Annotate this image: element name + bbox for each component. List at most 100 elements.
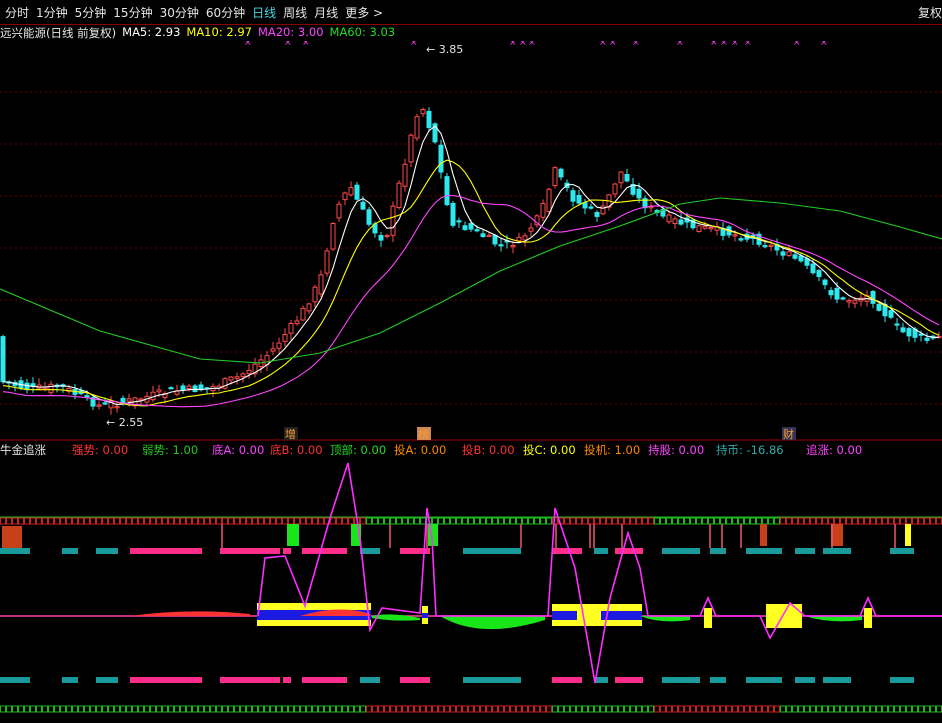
- period-tab-5[interactable]: 60分钟: [206, 4, 245, 21]
- bottom-tick-72: [432, 705, 438, 713]
- top-tick-154: [924, 517, 930, 525]
- candle-body-69: [414, 116, 420, 139]
- bottom-tick-28: [168, 705, 174, 713]
- row-top-7: [360, 548, 380, 554]
- top-tick-72: [432, 517, 438, 525]
- bottom-tick-100: [600, 705, 606, 713]
- bottom-tick-45: [270, 705, 276, 713]
- top-tick-14: [84, 517, 90, 525]
- indicator-chart[interactable]: [0, 458, 942, 723]
- bottom-tick-82: [492, 705, 498, 713]
- green-block-0: [287, 524, 299, 546]
- candle-body-75: [450, 202, 456, 226]
- price-chart[interactable]: × × × × × × × × × × × × × × × × ×← 3.85← 2.55增榜财: [0, 41, 942, 461]
- bottom-tick-78: [468, 705, 474, 713]
- bottom-tick-119: [714, 705, 720, 713]
- candle-body-111: [666, 214, 672, 223]
- top-tick-21: [126, 517, 132, 525]
- bottom-tick-108: [648, 705, 654, 713]
- yellow-box-3: [577, 604, 601, 626]
- ma-value-1: MA10: 2.97: [186, 25, 252, 39]
- candle-body-100: [600, 205, 606, 215]
- bottom-tick-3: [18, 705, 24, 713]
- bottom-tick-15: [90, 705, 96, 713]
- period-tab-0[interactable]: 分时: [5, 4, 29, 21]
- bottom-tick-26: [156, 705, 162, 713]
- candle-body-40: [240, 373, 246, 377]
- candle-body-39: [234, 376, 240, 379]
- bottom-tick-35: [210, 705, 216, 713]
- top-tick-42: [252, 517, 258, 525]
- period-tab-9[interactable]: 更多 >: [345, 4, 383, 21]
- top-tick-29: [174, 517, 180, 525]
- top-tick-102: [612, 517, 618, 525]
- blue-bar-2: [422, 613, 428, 618]
- bottom-tick-20: [120, 705, 126, 713]
- bottom-tick-156: [936, 705, 942, 713]
- top-tick-53: [318, 517, 324, 525]
- period-tab-2[interactable]: 5分钟: [75, 4, 107, 21]
- indicator-value-11: 追涨: 0.00: [806, 443, 863, 457]
- top-tick-90: [540, 517, 546, 525]
- top-tick-120: [720, 517, 726, 525]
- top-tick-66: [396, 517, 402, 525]
- row-top-18: [890, 548, 914, 554]
- period-tab-1[interactable]: 1分钟: [36, 4, 68, 21]
- top-tick-24: [144, 517, 150, 525]
- signal-block-1: [760, 524, 767, 546]
- period-tab-3[interactable]: 15分钟: [113, 4, 152, 21]
- bottom-tick-56: [336, 705, 342, 713]
- bottom-tick-142: [852, 705, 858, 713]
- top-tick-16: [96, 517, 102, 525]
- adjust-button[interactable]: 复权: [918, 4, 942, 21]
- period-tab-8[interactable]: 月线: [314, 4, 338, 21]
- bottom-tick-52: [312, 705, 318, 713]
- row-top-15: [746, 548, 782, 554]
- ma5-line: [2, 125, 940, 406]
- top-tick-23: [138, 517, 144, 525]
- bottom-tick-103: [618, 705, 624, 713]
- bottom-tick-139: [834, 705, 840, 713]
- top-tick-96: [576, 517, 582, 525]
- top-tick-61: [366, 517, 372, 525]
- period-tab-4[interactable]: 30分钟: [160, 4, 199, 21]
- top-marker-4: ×: [509, 41, 517, 48]
- top-tick-141: [846, 517, 852, 525]
- top-tick-3: [18, 517, 24, 525]
- top-tick-145: [870, 517, 876, 525]
- period-tab-7[interactable]: 周线: [283, 4, 307, 21]
- top-tick-111: [666, 517, 672, 525]
- top-tick-83: [498, 517, 504, 525]
- top-tick-115: [690, 517, 696, 525]
- bottom-tick-58: [348, 705, 354, 713]
- bottom-tick-41: [246, 705, 252, 713]
- bottom-tick-42: [252, 705, 258, 713]
- bottom-tick-69: [414, 705, 420, 713]
- candle-body-71: [426, 110, 432, 129]
- top-tick-103: [618, 517, 624, 525]
- candle-body-70: [420, 108, 426, 115]
- top-tick-129: [774, 517, 780, 525]
- period-tab-6[interactable]: 日线: [252, 4, 276, 21]
- bottom-tick-88: [528, 705, 534, 713]
- top-tick-100: [600, 517, 606, 525]
- top-tick-143: [858, 517, 864, 525]
- top-tick-150: [900, 517, 906, 525]
- candle-body-28: [168, 387, 174, 390]
- candle-body-79: [474, 229, 480, 232]
- bottom-tick-9: [54, 705, 60, 713]
- candle-body-56: [336, 203, 342, 219]
- stock-title: 远兴能源(日线 前复权): [0, 26, 117, 40]
- top-tick-10: [60, 517, 66, 525]
- row-bottom-13: [662, 677, 700, 683]
- row-top-1: [62, 548, 78, 554]
- top-tick-153: [918, 517, 924, 525]
- top-tick-39: [234, 517, 240, 525]
- bottom-tick-115: [690, 705, 696, 713]
- row-top-10: [552, 548, 582, 554]
- top-tick-64: [384, 517, 390, 525]
- candle-body-77: [462, 225, 468, 231]
- row-bottom-10: [552, 677, 582, 683]
- top-marker-14: ×: [744, 41, 752, 48]
- bottom-tick-118: [708, 705, 714, 713]
